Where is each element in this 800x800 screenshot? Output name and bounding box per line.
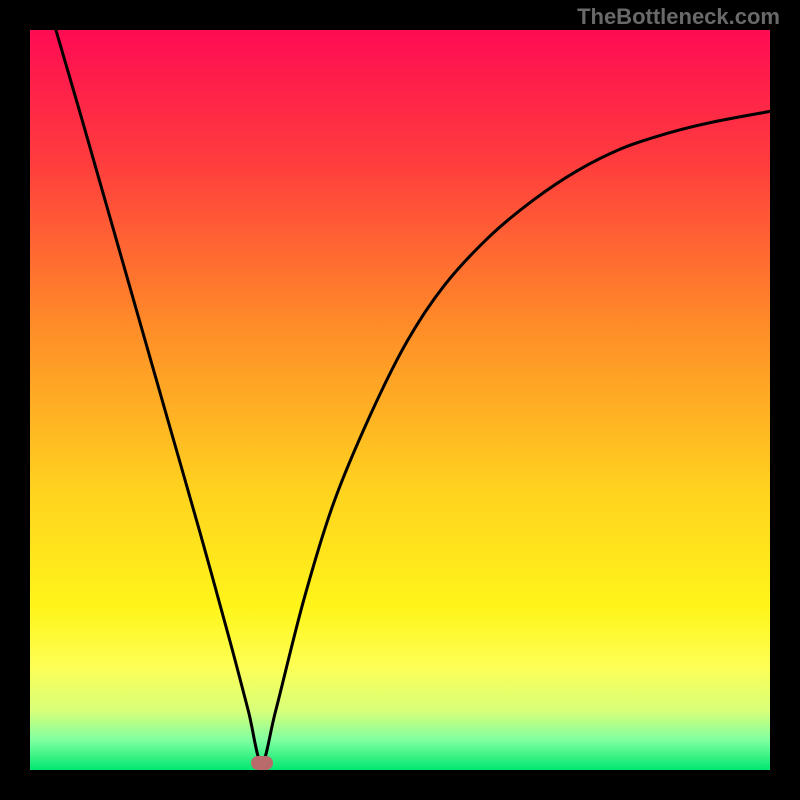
plot-area [30,30,770,770]
bottleneck-curve [30,30,770,770]
optimal-marker [251,756,273,770]
watermark-text: TheBottleneck.com [577,4,780,30]
